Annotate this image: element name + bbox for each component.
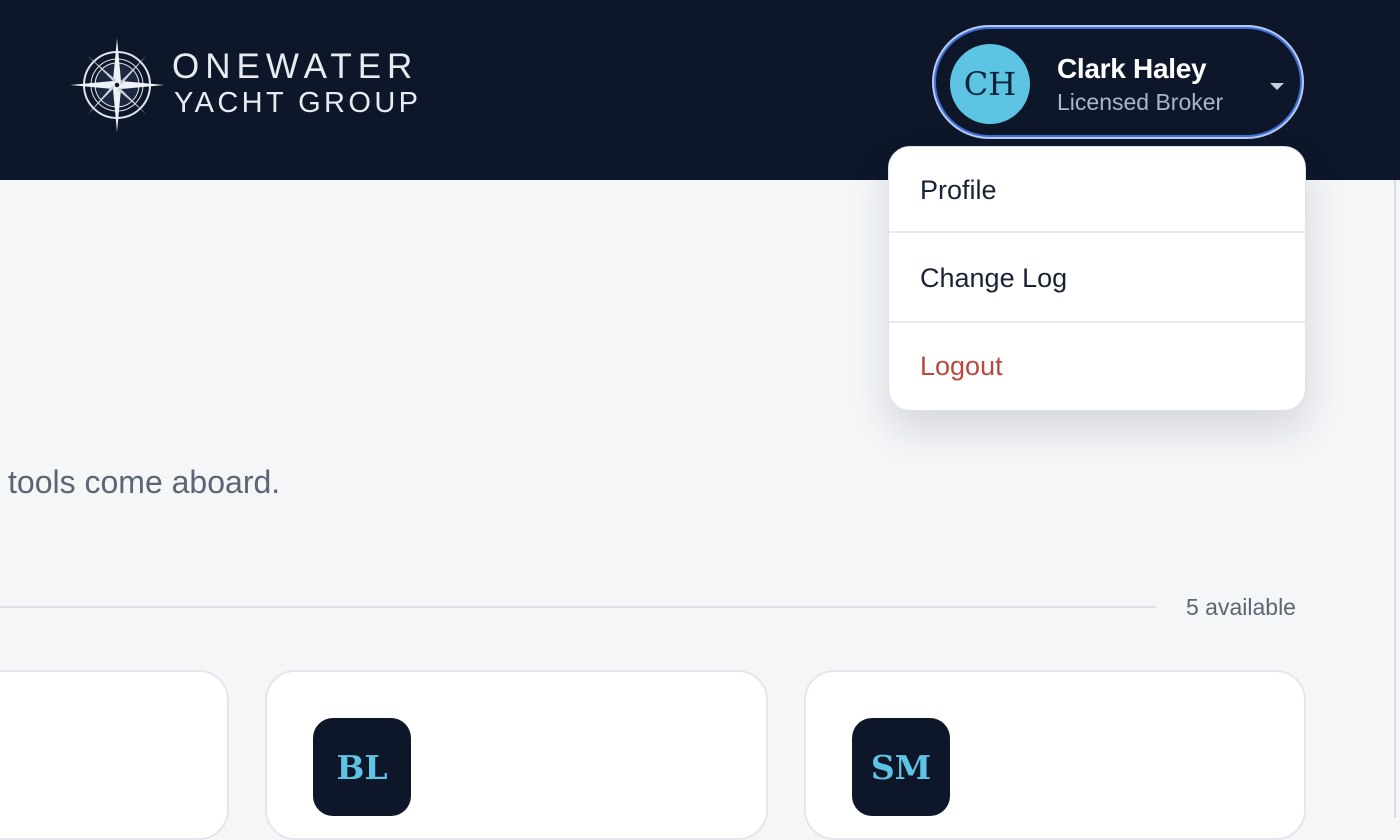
compass-rose-icon <box>70 38 164 132</box>
hero-tagline: tools come aboard. <box>8 464 281 500</box>
caret-down-icon <box>1270 83 1284 90</box>
page-scrollbar[interactable] <box>1394 180 1396 818</box>
user-role: Licensed Broker <box>1057 89 1224 115</box>
menu-item-profile[interactable]: Profile <box>889 147 1305 233</box>
menu-item-change-log[interactable]: Change Log <box>889 233 1305 323</box>
app-card[interactable] <box>0 670 229 840</box>
user-name: Clark Haley <box>1057 53 1207 84</box>
menu-item-logout[interactable]: Logout <box>889 323 1305 410</box>
app-icon-tile: BL <box>313 718 411 816</box>
app-card[interactable]: BL <box>265 670 768 840</box>
apps-available-count: 5 available <box>1186 594 1296 620</box>
app-card[interactable]: SM <box>804 670 1306 840</box>
user-dropdown-menu: Profile Change Log Logout <box>888 146 1306 411</box>
brand-subname: YACHT GROUP <box>174 87 422 119</box>
app-icon-tile: SM <box>852 718 950 816</box>
brand-name: ONEWATER <box>172 47 419 86</box>
section-divider <box>0 606 1156 608</box>
avatar: CH <box>950 44 1030 124</box>
brand-logo[interactable]: ONEWATER YACHT GROUP <box>70 38 440 132</box>
user-menu-button[interactable]: CH Clark Haley Licensed Broker <box>934 27 1302 137</box>
